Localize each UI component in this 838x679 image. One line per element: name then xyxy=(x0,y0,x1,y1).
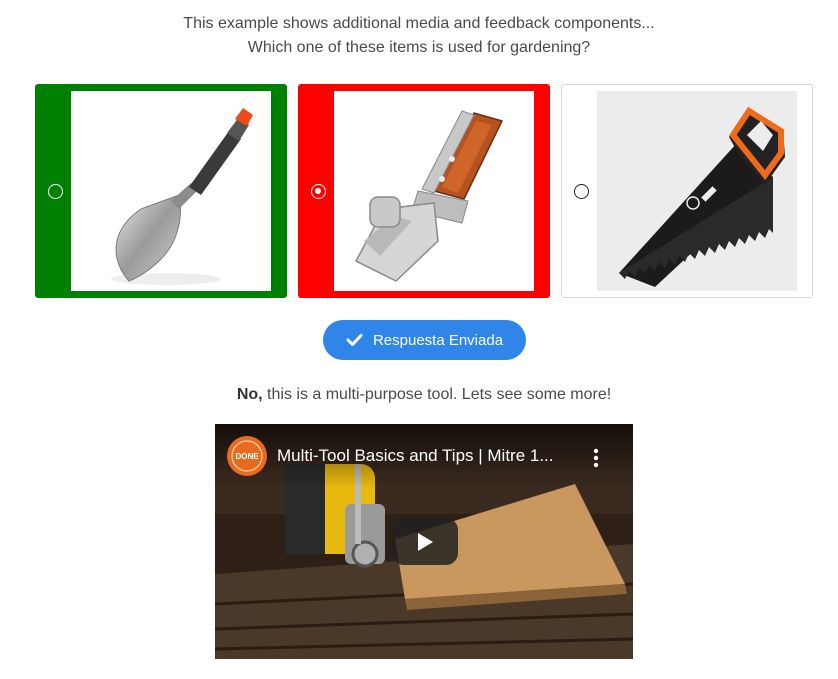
feedback-prefix: No, xyxy=(236,386,263,403)
channel-logo-text: DONE xyxy=(235,452,259,461)
radio-dot xyxy=(315,188,321,194)
video-player[interactable]: DONE Multi-Tool Basics and Tips | Mitre … xyxy=(215,424,633,659)
question-intro-line: This example shows additional media and … xyxy=(183,15,655,32)
feedback-text: this is a multi-purpose tool. Lets see s… xyxy=(262,386,612,403)
option-multi-tool[interactable] xyxy=(298,84,550,298)
radio-button[interactable] xyxy=(48,184,63,199)
channel-logo[interactable]: DONE xyxy=(227,436,267,476)
option-hand-saw[interactable] xyxy=(561,84,813,298)
question-prompt-line: Which one of these items is used for gar… xyxy=(247,39,591,56)
submit-label: Respuesta Enviada xyxy=(372,331,504,349)
feedback-message: No, this is a multi-purpose tool. Lets s… xyxy=(0,386,838,404)
saw-image xyxy=(597,91,797,291)
video-title[interactable]: Multi-Tool Basics and Tips | Mitre 1... xyxy=(277,446,577,466)
play-button[interactable] xyxy=(392,518,458,565)
multi-tool-image xyxy=(334,91,534,291)
trowel-image xyxy=(71,91,271,291)
radio-button[interactable] xyxy=(574,184,589,199)
submitted-answer-button[interactable]: Respuesta Enviada xyxy=(323,320,526,360)
answer-options xyxy=(35,84,815,298)
more-vert-icon[interactable] xyxy=(587,446,605,470)
check-icon xyxy=(346,334,363,346)
question-text: This example shows additional media and … xyxy=(0,12,838,60)
radio-button-selected[interactable] xyxy=(311,184,326,199)
play-icon xyxy=(418,532,433,551)
option-garden-trowel[interactable] xyxy=(35,84,287,298)
